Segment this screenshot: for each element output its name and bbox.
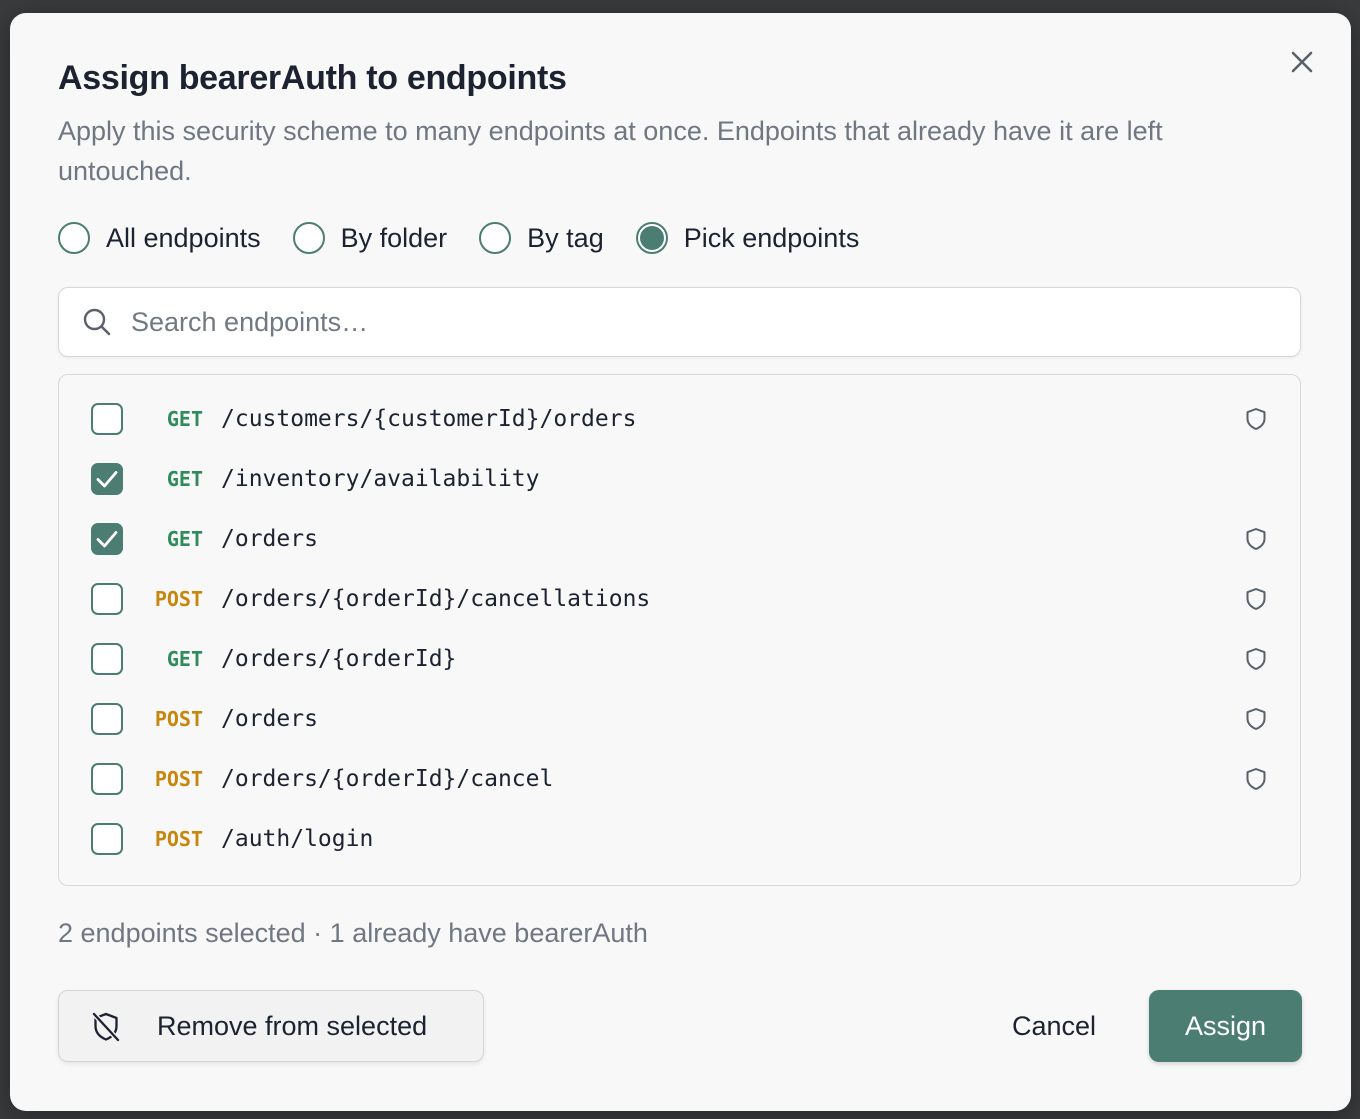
shield-icon <box>1246 408 1266 430</box>
shield-off-icon <box>91 1011 121 1043</box>
search-input[interactable] <box>131 306 1231 338</box>
radio-label: All endpoints <box>106 222 261 253</box>
endpoint-path: /orders <box>221 526 318 552</box>
endpoint-path: /orders <box>221 706 318 732</box>
radio-circle[interactable] <box>58 222 90 254</box>
endpoint-row[interactable]: GET /orders <box>59 509 1300 569</box>
endpoint-row[interactable]: POST /auth/login <box>59 809 1300 869</box>
remove-from-selected-button[interactable]: Remove from selected <box>58 990 484 1062</box>
http-method: GET <box>166 647 203 671</box>
assign-security-dialog: Assign bearerAuth to endpoints Apply thi… <box>10 13 1351 1111</box>
http-method: POST <box>154 827 203 851</box>
radio-label: By folder <box>340 222 448 253</box>
radio-circle[interactable] <box>479 222 512 254</box>
radio-pick-endpoints[interactable]: Pick endpoints <box>635 222 860 254</box>
shield-icon <box>1246 708 1266 730</box>
radio-circle[interactable] <box>292 222 325 254</box>
check-icon <box>96 531 118 548</box>
endpoint-row[interactable]: POST /orders/{orderId}/cancel <box>59 749 1300 809</box>
endpoint-row[interactable]: POST /orders <box>59 689 1300 749</box>
http-method: GET <box>166 467 203 491</box>
radio-label: Pick endpoints <box>683 222 860 253</box>
endpoint-checkbox[interactable] <box>91 403 123 435</box>
scope-radio-group: All endpoints By folder By tag Pick endp… <box>58 218 891 258</box>
radio-all-endpoints[interactable]: All endpoints <box>58 222 261 254</box>
endpoint-path: /orders/{orderId} <box>221 646 457 672</box>
endpoint-checkbox[interactable] <box>91 703 123 735</box>
endpoint-row[interactable]: GET /inventory/availability <box>59 449 1300 509</box>
selection-summary: 2 endpoints selected · 1 already have be… <box>58 918 648 948</box>
radio-circle[interactable] <box>635 222 668 254</box>
http-method: GET <box>166 407 203 431</box>
endpoint-checkbox[interactable] <box>91 463 123 495</box>
cancel-button[interactable]: Cancel <box>994 990 1114 1062</box>
shield-icon <box>1246 768 1266 790</box>
endpoint-path: /inventory/availability <box>221 466 540 492</box>
endpoint-row[interactable]: GET /orders/{orderId} <box>59 629 1300 689</box>
assign-button[interactable]: Assign <box>1149 990 1302 1062</box>
radio-label: By tag <box>527 222 604 253</box>
shield-icon <box>1246 588 1266 610</box>
http-method: POST <box>154 707 203 731</box>
check-icon <box>96 471 118 488</box>
endpoint-path: /orders/{orderId}/cancel <box>221 766 554 792</box>
close-button[interactable] <box>1287 47 1317 77</box>
endpoint-row[interactable]: POST /orders/{orderId}/cancellations <box>59 569 1300 629</box>
remove-button-label: Remove from selected <box>157 1010 428 1041</box>
endpoint-path: /customers/{customerId}/orders <box>221 406 637 432</box>
search-icon <box>83 308 111 336</box>
http-method: POST <box>154 587 203 611</box>
close-icon <box>1291 51 1313 73</box>
endpoint-checkbox[interactable] <box>91 763 123 795</box>
endpoint-list: GET /customers/{customerId}/orders GET /… <box>58 374 1301 886</box>
dialog-subtitle: Apply this security scheme to many endpo… <box>58 116 1163 186</box>
endpoint-path: /orders/{orderId}/cancellations <box>221 586 651 612</box>
shield-icon <box>1246 648 1266 670</box>
endpoint-checkbox[interactable] <box>91 583 123 615</box>
endpoint-checkbox[interactable] <box>91 823 123 855</box>
radio-by-folder[interactable]: By folder <box>292 222 448 254</box>
endpoint-path: /auth/login <box>221 826 374 852</box>
endpoint-row[interactable]: GET /customers/{customerId}/orders <box>59 389 1300 449</box>
search-box[interactable] <box>58 287 1301 357</box>
http-method: POST <box>154 767 203 791</box>
http-method: GET <box>166 527 203 551</box>
dialog-title: Assign bearerAuth to endpoints <box>58 59 567 97</box>
radio-by-tag[interactable]: By tag <box>479 222 604 254</box>
endpoint-checkbox[interactable] <box>91 523 123 555</box>
shield-icon <box>1246 528 1266 550</box>
endpoint-checkbox[interactable] <box>91 643 123 675</box>
